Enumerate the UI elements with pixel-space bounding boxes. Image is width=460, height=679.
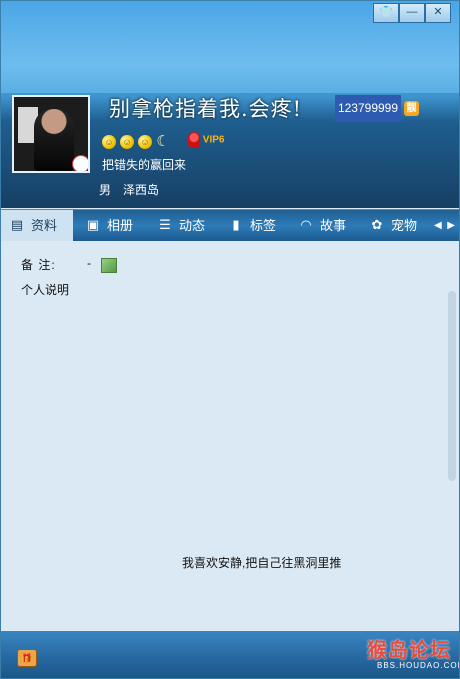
vip-label: VIP6 <box>202 134 225 146</box>
level-icons[interactable]: ☺ ☺ ☺ ☾ <box>102 134 174 150</box>
tab-album[interactable]: ▣ 相册 <box>77 210 133 241</box>
tab-label: 标签 <box>250 218 277 233</box>
profile-window: 👕 — ✕ 别拿枪指着我.会疼! 123799999 靓 ☺ ☺ ☺ ☾ VIP6 把… <box>0 0 460 679</box>
tab-label: 相册 <box>107 218 134 233</box>
description-label: 个人说明 <box>21 283 70 297</box>
qq-penguin-icon <box>188 132 200 148</box>
tab-pet[interactable]: ✿ 宠物 <box>361 210 417 241</box>
content-scrollbar[interactable] <box>447 241 457 627</box>
close-icon: ✕ <box>433 6 443 18</box>
qq-number: 123799999 <box>335 95 401 122</box>
nickname: 别拿枪指着我.会疼! <box>109 97 303 121</box>
tab-story[interactable]: ◠ 故事 <box>290 210 346 241</box>
sun-icon: ☺ <box>138 134 152 149</box>
photo-album-icon: ▣ <box>86 217 100 232</box>
profile-card-icon: ▤ <box>10 217 24 232</box>
minimize-icon: — <box>406 6 418 18</box>
story-rainbow-icon: ◠ <box>300 217 312 232</box>
tab-label: 故事 <box>320 218 347 233</box>
sun-icon: ☺ <box>120 134 134 149</box>
close-button[interactable]: ✕ <box>425 3 451 23</box>
avatar[interactable] <box>12 95 90 173</box>
vip-badge[interactable]: VIP6 <box>188 132 224 150</box>
tab-label: 资料 <box>31 218 58 233</box>
shirt-icon: 👕 <box>379 6 393 18</box>
tab-profile[interactable]: ▤ 资料 <box>1 210 73 241</box>
location: 泽西岛 <box>123 183 160 197</box>
skin-button[interactable]: 👕 <box>373 3 399 23</box>
forum-watermark-url: BBS.HOUDAO.COM <box>377 661 460 670</box>
remark-value: - <box>87 256 91 270</box>
feed-list-icon: ☰ <box>159 217 171 232</box>
signature: 把错失的赢回来 <box>102 158 187 172</box>
tab-tags[interactable]: ▮ 标签 <box>220 210 276 241</box>
chevron-right-icon[interactable]: ▶ <box>447 220 455 231</box>
tab-label: 宠物 <box>391 218 418 233</box>
basic-info: 男泽西岛 <box>99 181 171 198</box>
online-status-icon <box>72 155 88 171</box>
tab-scroll-arrows[interactable]: ◀ ▶ <box>434 210 455 241</box>
tab-label: 动态 <box>179 218 206 233</box>
profile-header: 👕 — ✕ 别拿枪指着我.会疼! 123799999 靓 ☺ ☺ ☺ ☾ VIP6 把… <box>1 1 459 208</box>
scrollbar-thumb[interactable] <box>448 291 456 481</box>
profile-content: 备 注: - 个人说明 我喜欢安静,把自己往黑洞里推 <box>1 241 459 630</box>
pretty-number-badge[interactable]: 靓 <box>404 101 419 116</box>
chevron-left-icon[interactable]: ◀ <box>434 220 442 231</box>
moon-icon: ☾ <box>156 132 170 150</box>
description-text: 我喜欢安静,把自己往黑洞里推 <box>182 556 342 570</box>
remark-label: 备 注: <box>21 258 56 272</box>
sun-icon: ☺ <box>102 134 116 149</box>
pet-paw-icon: ✿ <box>371 217 383 232</box>
avatar-photo <box>34 109 74 171</box>
minimize-button[interactable]: — <box>399 3 425 23</box>
gift-icon[interactable]: 🎁 <box>17 649 37 667</box>
tab-feed[interactable]: ☰ 动态 <box>149 210 205 241</box>
profile-tabs: ▤ 资料 ▣ 相册 ☰ 动态 ▮ 标签 ◠ 故事 ✿ 宠物 ◀ ▶ <box>1 209 459 241</box>
forum-watermark: 猴岛论坛 <box>367 640 451 662</box>
edit-remark-icon[interactable] <box>101 258 117 273</box>
gender: 男 <box>99 183 112 197</box>
bookmark-tag-icon: ▮ <box>232 217 240 232</box>
